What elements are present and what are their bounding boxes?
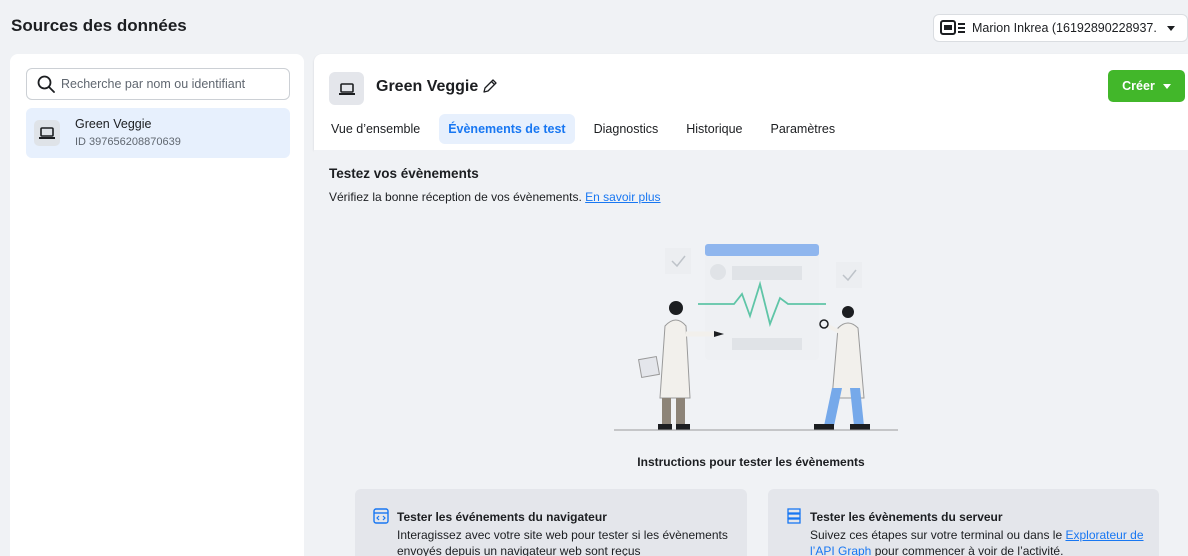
server-icon <box>787 508 801 524</box>
tab-bar: Vue d’ensemble Évènements de test Diagno… <box>322 114 854 146</box>
tab-diagnostics[interactable]: Diagnostics <box>585 114 668 144</box>
server-card-title: Tester les évènements du serveur <box>810 510 1003 524</box>
top-bar: Sources des données Marion Inkrea (16192… <box>0 0 1188 54</box>
laptop-icon <box>329 72 364 105</box>
learn-more-link[interactable]: En savoir plus <box>585 190 660 204</box>
account-selector[interactable]: Marion Inkrea (16192890228937... <box>933 14 1188 42</box>
create-button[interactable]: Créer <box>1108 70 1185 102</box>
laptop-icon <box>34 120 60 146</box>
business-account-icon <box>940 19 968 37</box>
server-card-text: Suivez ces étapes sur votre terminal ou … <box>810 527 1150 556</box>
section-description: Vérifiez la bonne réception de vos évène… <box>329 190 661 204</box>
test-events-illustration <box>614 244 898 431</box>
test-events-content: Testez vos évènements Vérifiez la bonne … <box>314 150 1188 556</box>
source-name: Green Veggie <box>75 117 152 131</box>
browser-events-card[interactable]: Tester les événements du navigateur Inte… <box>355 489 747 556</box>
datasource-header: Green Veggie Créer Vue d’ensemble Évènem… <box>314 54 1188 150</box>
search-icon <box>37 75 55 93</box>
browser-code-icon <box>373 508 389 524</box>
section-title: Testez vos évènements <box>329 166 479 181</box>
account-name: Marion Inkrea (16192890228937... <box>972 21 1157 35</box>
pencil-icon[interactable] <box>482 78 498 94</box>
server-card-text-after: pour commencer à voir de l’activité. <box>871 544 1064 556</box>
search-box[interactable] <box>26 68 290 100</box>
description-text: Vérifiez la bonne réception de vos évène… <box>329 190 582 204</box>
instructions-title: Instructions pour tester les évènements <box>637 455 865 469</box>
tab-test-events[interactable]: Évènements de test <box>439 114 575 144</box>
source-id: ID 397656208870639 <box>75 136 181 148</box>
browser-card-title: Tester les événements du navigateur <box>397 510 607 524</box>
chevron-down-icon <box>1162 83 1171 89</box>
tab-history[interactable]: Historique <box>677 114 751 144</box>
tab-overview[interactable]: Vue d’ensemble <box>322 114 429 144</box>
source-list-item[interactable]: Green Veggie ID 397656208870639 <box>26 108 290 158</box>
checkbox-decoration <box>836 262 862 288</box>
tab-settings[interactable]: Paramètres <box>762 114 845 144</box>
search-input[interactable] <box>61 77 281 91</box>
sources-sidebar: Green Veggie ID 397656208870639 <box>10 54 304 556</box>
checkbox-decoration <box>665 248 691 274</box>
create-button-label: Créer <box>1122 79 1155 93</box>
page-title: Sources des données <box>11 16 187 35</box>
chevron-down-icon <box>1167 25 1175 31</box>
datasource-name: Green Veggie <box>376 78 479 95</box>
server-events-card[interactable]: Tester les évènements du serveur Suivez … <box>768 489 1159 556</box>
server-card-text-before: Suivez ces étapes sur votre terminal ou … <box>810 528 1066 542</box>
browser-card-text: Interagissez avec votre site web pour te… <box>397 528 728 556</box>
